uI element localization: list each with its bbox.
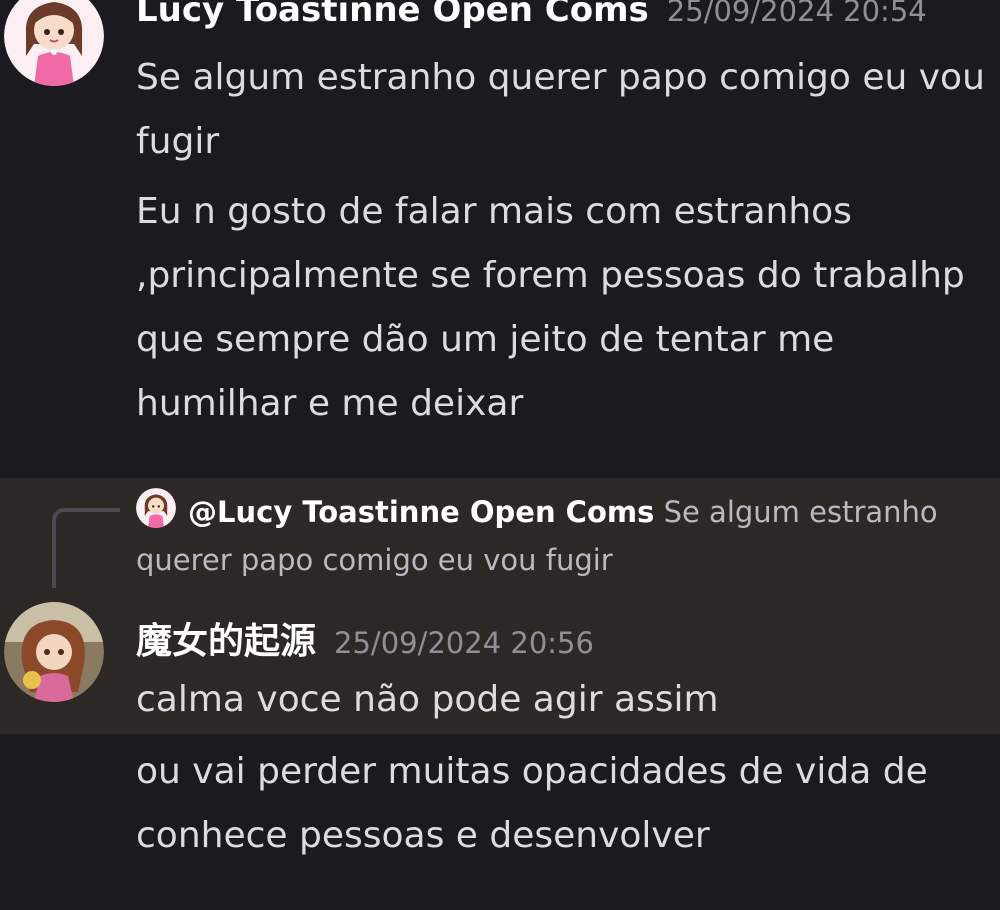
timestamp: 25/09/2024 20:56 xyxy=(334,626,594,660)
message-group-2: @Lucy Toastinne Open Coms Se algum estra… xyxy=(0,0,1000,910)
message-text: calma voce não pode agir assim xyxy=(136,679,719,720)
anime-girl-brown-hair-avatar-icon xyxy=(4,602,104,702)
reply-mention[interactable]: @Lucy Toastinne Open Coms xyxy=(188,495,654,529)
username[interactable]: 魔女的起源 xyxy=(136,621,316,662)
message-header: 魔女的起源 25/09/2024 20:56 xyxy=(136,612,594,664)
user-avatar[interactable] xyxy=(4,602,104,702)
reply-preview[interactable]: @Lucy Toastinne Open Coms Se algum estra… xyxy=(136,488,966,584)
message-text: ou vai perder muitas opacidades de vida … xyxy=(136,751,928,856)
